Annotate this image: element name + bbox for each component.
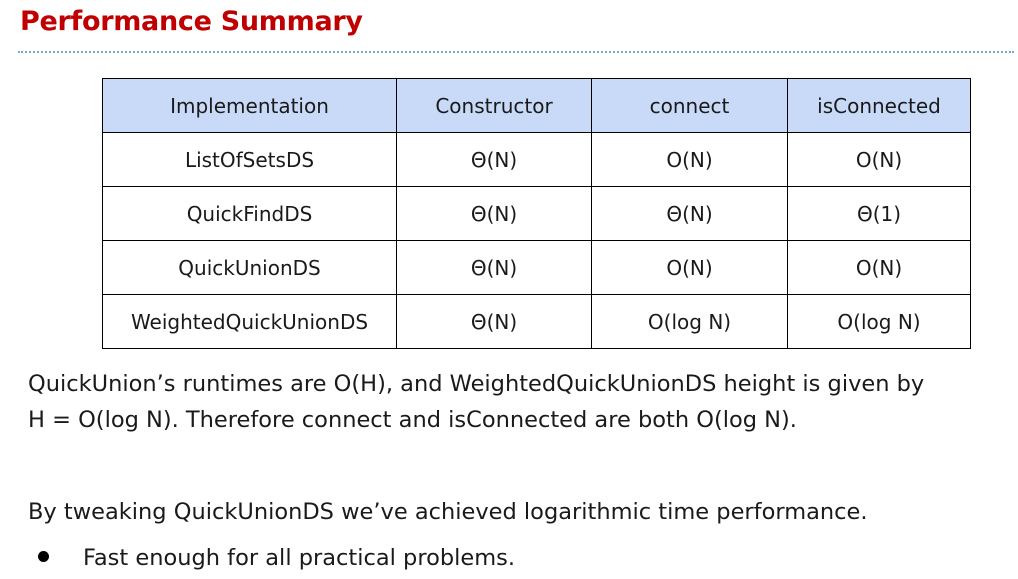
bullet-text: Fast enough for all practical problems. (83, 545, 516, 571)
bullet-item: Fast enough for all practical problems. (38, 540, 515, 576)
cell-constructor: Θ(N) (396, 132, 592, 187)
cell-implementation: WeightedQuickUnionDS (102, 294, 397, 349)
cell-constructor: Θ(N) (396, 240, 592, 295)
cell-implementation: ListOfSetsDS (102, 132, 397, 187)
runtime-explanation-line-1: QuickUnion’s runtimes are O(H), and Weig… (28, 371, 925, 397)
cell-connect: O(N) (591, 132, 788, 187)
header-implementation: Implementation (102, 78, 397, 133)
title-divider (18, 51, 1014, 53)
header-isconnected: isConnected (787, 78, 971, 133)
bullet-icon (38, 551, 49, 562)
table-row: QuickFindDS Θ(N) Θ(N) Θ(1) (102, 186, 971, 241)
cell-isconnected: O(log N) (787, 294, 971, 349)
table-row: QuickUnionDS Θ(N) O(N) O(N) (102, 240, 971, 295)
cell-isconnected: O(N) (787, 240, 971, 295)
cell-constructor: Θ(N) (396, 186, 592, 241)
cell-isconnected: Θ(1) (787, 186, 971, 241)
cell-connect: O(log N) (591, 294, 788, 349)
cell-connect: Θ(N) (591, 186, 788, 241)
header-connect: connect (591, 78, 788, 133)
table-header-row: Implementation Constructor connect isCon… (102, 78, 971, 133)
conclusion-text: By tweaking QuickUnionDS we’ve achieved … (28, 499, 868, 525)
cell-connect: O(N) (591, 240, 788, 295)
table-row: WeightedQuickUnionDS Θ(N) O(log N) O(log… (102, 294, 971, 349)
cell-implementation: QuickFindDS (102, 186, 397, 241)
runtime-explanation: QuickUnion’s runtimes are O(H), and Weig… (28, 366, 924, 438)
cell-constructor: Θ(N) (396, 294, 592, 349)
cell-isconnected: O(N) (787, 132, 971, 187)
runtime-explanation-line-2: H = O(log N). Therefore connect and isCo… (28, 407, 797, 433)
cell-implementation: QuickUnionDS (102, 240, 397, 295)
slide-title: Performance Summary (20, 6, 363, 37)
header-constructor: Constructor (396, 78, 592, 133)
table-row: ListOfSetsDS Θ(N) O(N) O(N) (102, 132, 971, 187)
performance-table: Implementation Constructor connect isCon… (102, 78, 971, 349)
